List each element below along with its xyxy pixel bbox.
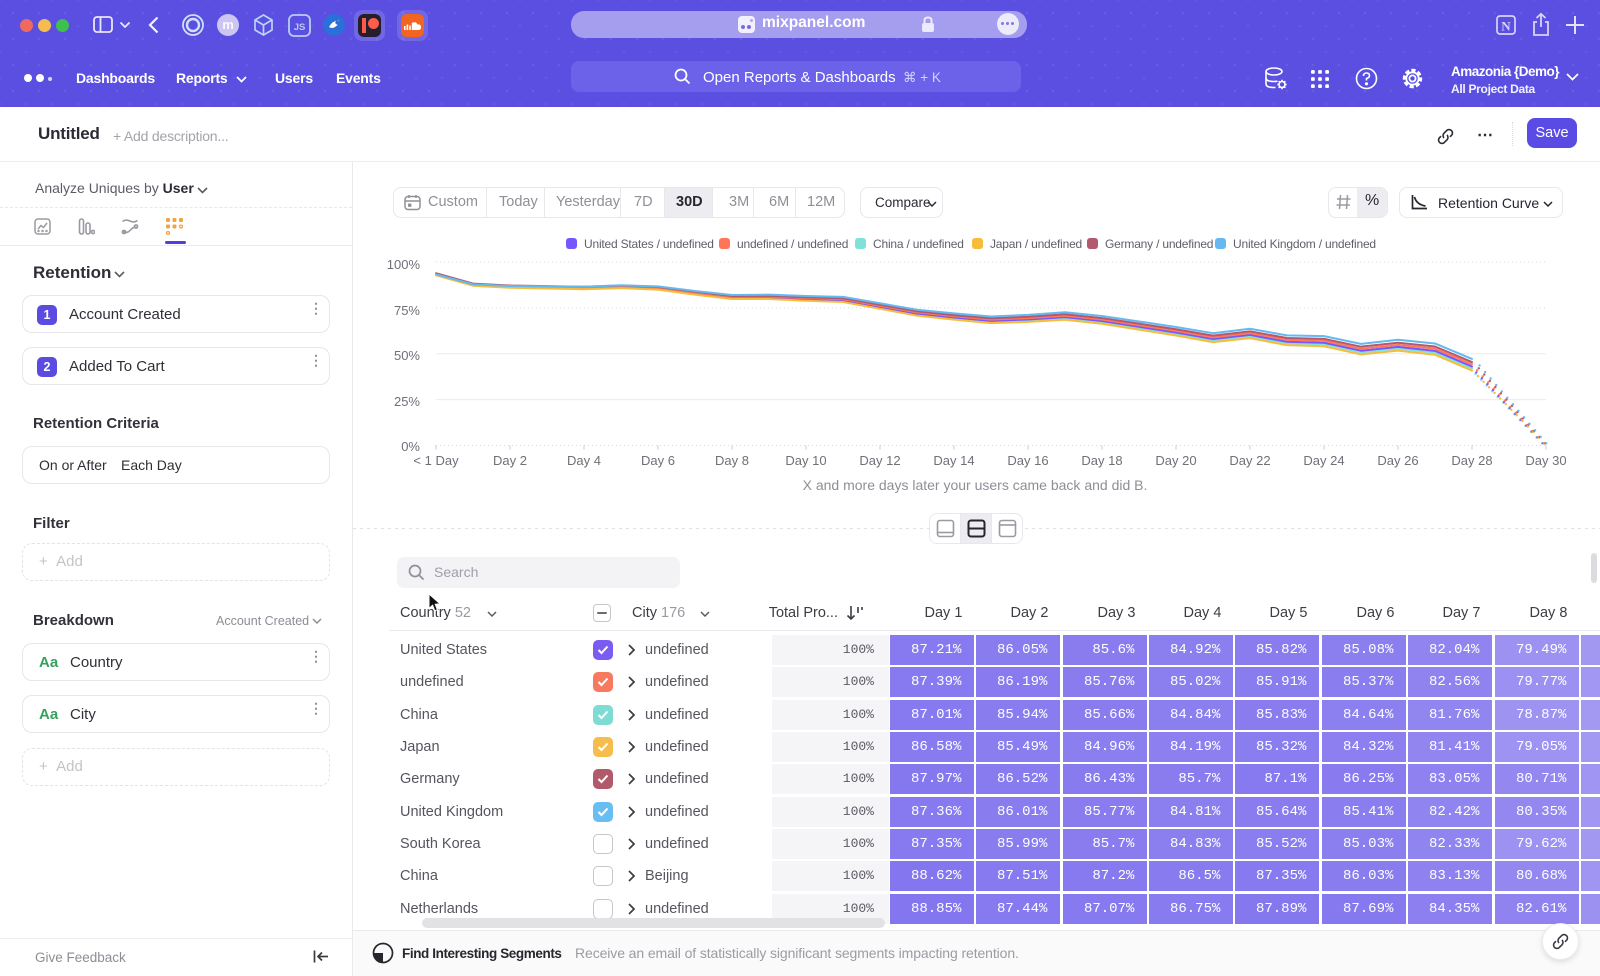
svg-text:N: N (1501, 19, 1511, 34)
svg-text:JS: JS (294, 22, 306, 33)
